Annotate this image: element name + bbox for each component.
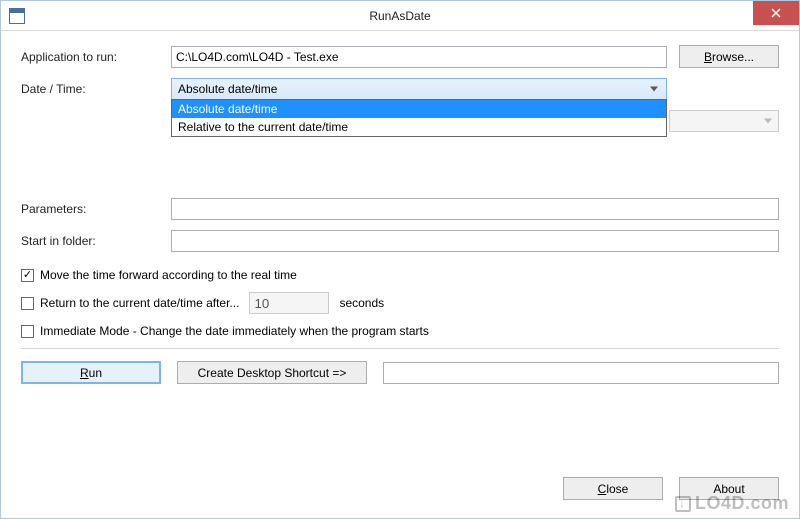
watermark: LO4D.com [675,493,789,514]
create-shortcut-button[interactable]: Create Desktop Shortcut => [177,361,367,384]
row-parameters: Parameters: [21,198,779,220]
run-button[interactable]: Run [21,361,161,384]
row-immediate: Immediate Mode - Change the date immedia… [21,324,779,338]
watermark-text: LO4D.com [695,493,789,514]
titlebar: RunAsDate [1,1,799,31]
row-return-after: Return to the current date/time after...… [21,292,779,314]
browse-rest: rowse... [712,50,754,64]
row-application: Application to run: Browse... [21,45,779,68]
application-path-input[interactable] [171,46,667,68]
checkbox-return-after[interactable] [21,297,34,310]
shortcut-name-input[interactable] [383,362,779,384]
window-title: RunAsDate [369,9,430,23]
row-startin: Start in folder: [21,230,779,252]
app-icon [9,8,25,24]
combo-selected-text: Absolute date/time [178,82,277,96]
datetime-mode-combo[interactable]: Absolute date/time Absolute date/time Re… [171,78,667,100]
combo-option[interactable]: Absolute date/time [172,100,666,118]
label-immediate: Immediate Mode - Change the date immedia… [40,324,429,338]
parameters-input[interactable] [171,198,779,220]
combo-selected-display[interactable]: Absolute date/time [171,78,667,100]
combo-dropdown-list: Absolute date/time Relative to the curre… [171,99,667,137]
label-parameters: Parameters: [21,202,171,216]
seconds-input [249,292,329,314]
close-icon [771,8,781,18]
checkbox-immediate[interactable] [21,325,34,338]
startin-input[interactable] [171,230,779,252]
label-return-after: Return to the current date/time after... [40,296,239,310]
window-close-button[interactable] [753,1,799,25]
row-move-forward: ✓ Move the time forward according to the… [21,268,779,282]
label-startin: Start in folder: [21,234,171,248]
label-datetime: Date / Time: [21,78,171,96]
checkbox-move-forward[interactable]: ✓ [21,269,34,282]
seconds-unit: seconds [339,296,384,310]
browse-button[interactable]: Browse... [679,45,779,68]
close-button[interactable]: Close [563,477,663,500]
disabled-unit-combo [669,110,779,132]
combo-option[interactable]: Relative to the current date/time [172,118,666,136]
download-icon [675,496,691,512]
content-area: Application to run: Browse... Date / Tim… [1,31,799,398]
row-datetime: Date / Time: Absolute date/time Absolute… [21,78,779,100]
label-application: Application to run: [21,50,171,64]
row-run: Run Create Desktop Shortcut => [21,361,779,384]
separator [21,348,779,349]
label-move-forward: Move the time forward according to the r… [40,268,297,282]
